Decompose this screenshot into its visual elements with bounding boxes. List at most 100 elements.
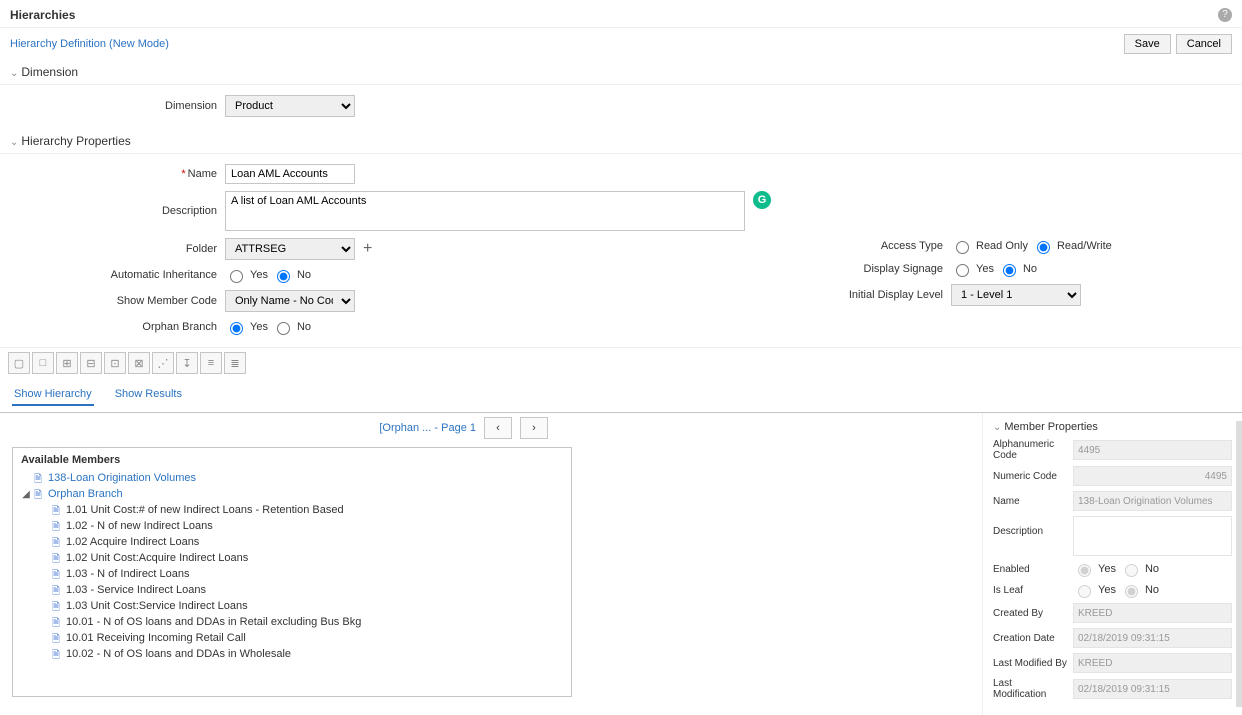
cancel-button[interactable]: Cancel — [1176, 34, 1232, 54]
chevron-down-icon[interactable]: ⌄ — [993, 422, 1001, 433]
show-member-code-select[interactable]: Only Name - No Code — [225, 290, 355, 312]
tree-item[interactable]: 1.02 - N of new Indirect Loans — [39, 518, 563, 534]
expand-icon[interactable] — [21, 473, 31, 484]
toolbar-btn-9[interactable]: ≡ — [200, 352, 222, 374]
pager-next-button[interactable]: › — [520, 417, 548, 439]
no-label: No — [297, 321, 311, 333]
numeric-code-label: Numeric Code — [993, 471, 1073, 482]
orphan-branch-label: Orphan Branch — [0, 321, 225, 333]
tree-item-label: 1.02 Acquire Indirect Loans — [66, 536, 199, 548]
display-signage-yes-radio[interactable] — [956, 264, 969, 277]
save-button[interactable]: Save — [1124, 34, 1171, 54]
tab-show-results[interactable]: Show Results — [113, 384, 184, 404]
prop-description-label: Description — [993, 516, 1073, 537]
scrollbar[interactable] — [1236, 421, 1242, 707]
enabled-label: Enabled — [993, 564, 1073, 575]
access-type-readonly-radio[interactable] — [956, 241, 969, 254]
chevron-down-icon[interactable]: ⌄ — [10, 68, 18, 79]
is-leaf-label: Is Leaf — [993, 585, 1073, 596]
document-icon — [52, 552, 62, 564]
available-members-panel: Available Members 138-Loan Origination V… — [12, 447, 572, 697]
initial-display-level-select[interactable]: 1 - Level 1 — [951, 284, 1081, 306]
blank-expand — [39, 521, 49, 532]
tree-item-label: 1.03 - Service Indirect Loans — [66, 584, 206, 596]
blank-expand — [39, 537, 49, 548]
tree-item[interactable]: 1.01 Unit Cost:# of new Indirect Loans -… — [39, 502, 563, 518]
document-icon — [52, 600, 62, 612]
folder-label: Folder — [0, 243, 225, 255]
no-label: No — [1145, 563, 1159, 575]
tree-item[interactable]: 10.01 - N of OS loans and DDAs in Retail… — [39, 614, 563, 630]
breadcrumb-link[interactable]: Hierarchy Definition (New Mode) — [10, 38, 1119, 50]
blank-expand — [39, 505, 49, 516]
document-icon — [52, 568, 62, 580]
toolbar-btn-2[interactable]: □ — [32, 352, 54, 374]
read-write-label: Read/Write — [1057, 240, 1112, 252]
tree-item-label: 1.03 - N of Indirect Loans — [66, 568, 190, 580]
orphan-branch-yes-radio[interactable] — [230, 322, 243, 335]
display-signage-no-radio[interactable] — [1003, 264, 1016, 277]
help-icon[interactable]: ? — [1218, 8, 1232, 22]
numeric-code-value: 4495 — [1073, 466, 1232, 486]
name-input[interactable] — [225, 164, 355, 184]
document-icon — [52, 536, 62, 548]
access-type-label: Access Type — [621, 240, 951, 252]
tree-item-orphan-branch[interactable]: Orphan Branch — [48, 488, 123, 500]
member-properties-header: Member Properties — [1004, 421, 1098, 433]
tree-item[interactable]: 1.03 - N of Indirect Loans — [39, 566, 563, 582]
toolbar-btn-7[interactable]: ⋰ — [152, 352, 174, 374]
orphan-branch-no-radio[interactable] — [277, 322, 290, 335]
section-hierarchy-props-header: Hierarchy Properties — [21, 134, 130, 148]
dimension-select[interactable]: Product — [225, 95, 355, 117]
blank-expand — [39, 569, 49, 580]
last-modification-label: Last Modification — [993, 678, 1073, 700]
toolbar-btn-6[interactable]: ⊠ — [128, 352, 150, 374]
folder-select[interactable]: ATTRSEG — [225, 238, 355, 260]
tab-show-hierarchy[interactable]: Show Hierarchy — [12, 384, 94, 406]
blank-expand — [39, 617, 49, 628]
description-textarea[interactable]: A list of Loan AML Accounts — [225, 191, 745, 231]
toolbar-btn-8[interactable]: ↧ — [176, 352, 198, 374]
toolbar-btn-10[interactable]: ≣ — [224, 352, 246, 374]
member-properties-panel: ⌄Member Properties Alphanumeric Code 449… — [982, 413, 1242, 715]
tree-item[interactable]: 1.03 - Service Indirect Loans — [39, 582, 563, 598]
yes-label: Yes — [250, 269, 268, 281]
last-modified-by-label: Last Modified By — [993, 658, 1073, 669]
toolbar-btn-1[interactable]: ▢ — [8, 352, 30, 374]
created-by-value: KREED — [1073, 603, 1232, 623]
yes-label: Yes — [250, 321, 268, 333]
available-members-header: Available Members — [21, 454, 563, 466]
add-folder-icon[interactable]: + — [363, 240, 372, 258]
tree-item[interactable]: 1.03 Unit Cost:Service Indirect Loans — [39, 598, 563, 614]
name-label: Name — [188, 168, 217, 180]
prop-description-value[interactable] — [1073, 516, 1232, 556]
auto-inherit-yes-radio[interactable] — [230, 270, 243, 283]
pager-crumb[interactable]: [Orphan ... - Page 1 — [379, 422, 476, 434]
tree-item[interactable]: 1.02 Unit Cost:Acquire Indirect Loans — [39, 550, 563, 566]
dimension-label: Dimension — [0, 100, 225, 112]
blank-expand — [39, 585, 49, 596]
created-by-label: Created By — [993, 608, 1073, 619]
pager-prev-button[interactable]: ‹ — [484, 417, 512, 439]
tree-item-label: 10.01 Receiving Incoming Retail Call — [66, 632, 246, 644]
chevron-down-icon[interactable]: ⌄ — [10, 137, 18, 148]
creation-date-value: 02/18/2019 09:31:15 — [1073, 628, 1232, 648]
last-modification-value: 02/18/2019 09:31:15 — [1073, 679, 1232, 699]
toolbar-btn-3[interactable]: ⊞ — [56, 352, 78, 374]
blank-expand — [39, 649, 49, 660]
blank-expand — [39, 601, 49, 612]
tree-item[interactable]: 10.01 Receiving Incoming Retail Call — [39, 630, 563, 646]
toolbar-btn-5[interactable]: ⊡ — [104, 352, 126, 374]
collapse-icon[interactable]: ◢ — [21, 489, 31, 500]
yes-label: Yes — [976, 263, 994, 275]
show-member-code-label: Show Member Code — [0, 295, 225, 307]
auto-inherit-no-radio[interactable] — [277, 270, 290, 283]
toolbar-btn-4[interactable]: ⊟ — [80, 352, 102, 374]
blank-expand — [39, 633, 49, 644]
prop-name-value: 138-Loan Origination Volumes — [1073, 491, 1232, 511]
tree-item[interactable]: 10.02 - N of OS loans and DDAs in Wholes… — [39, 646, 563, 662]
tree-item[interactable]: 1.02 Acquire Indirect Loans — [39, 534, 563, 550]
tree-item[interactable]: 138-Loan Origination Volumes — [48, 472, 196, 484]
tree-item-label: 10.01 - N of OS loans and DDAs in Retail… — [66, 616, 361, 628]
access-type-readwrite-radio[interactable] — [1037, 241, 1050, 254]
